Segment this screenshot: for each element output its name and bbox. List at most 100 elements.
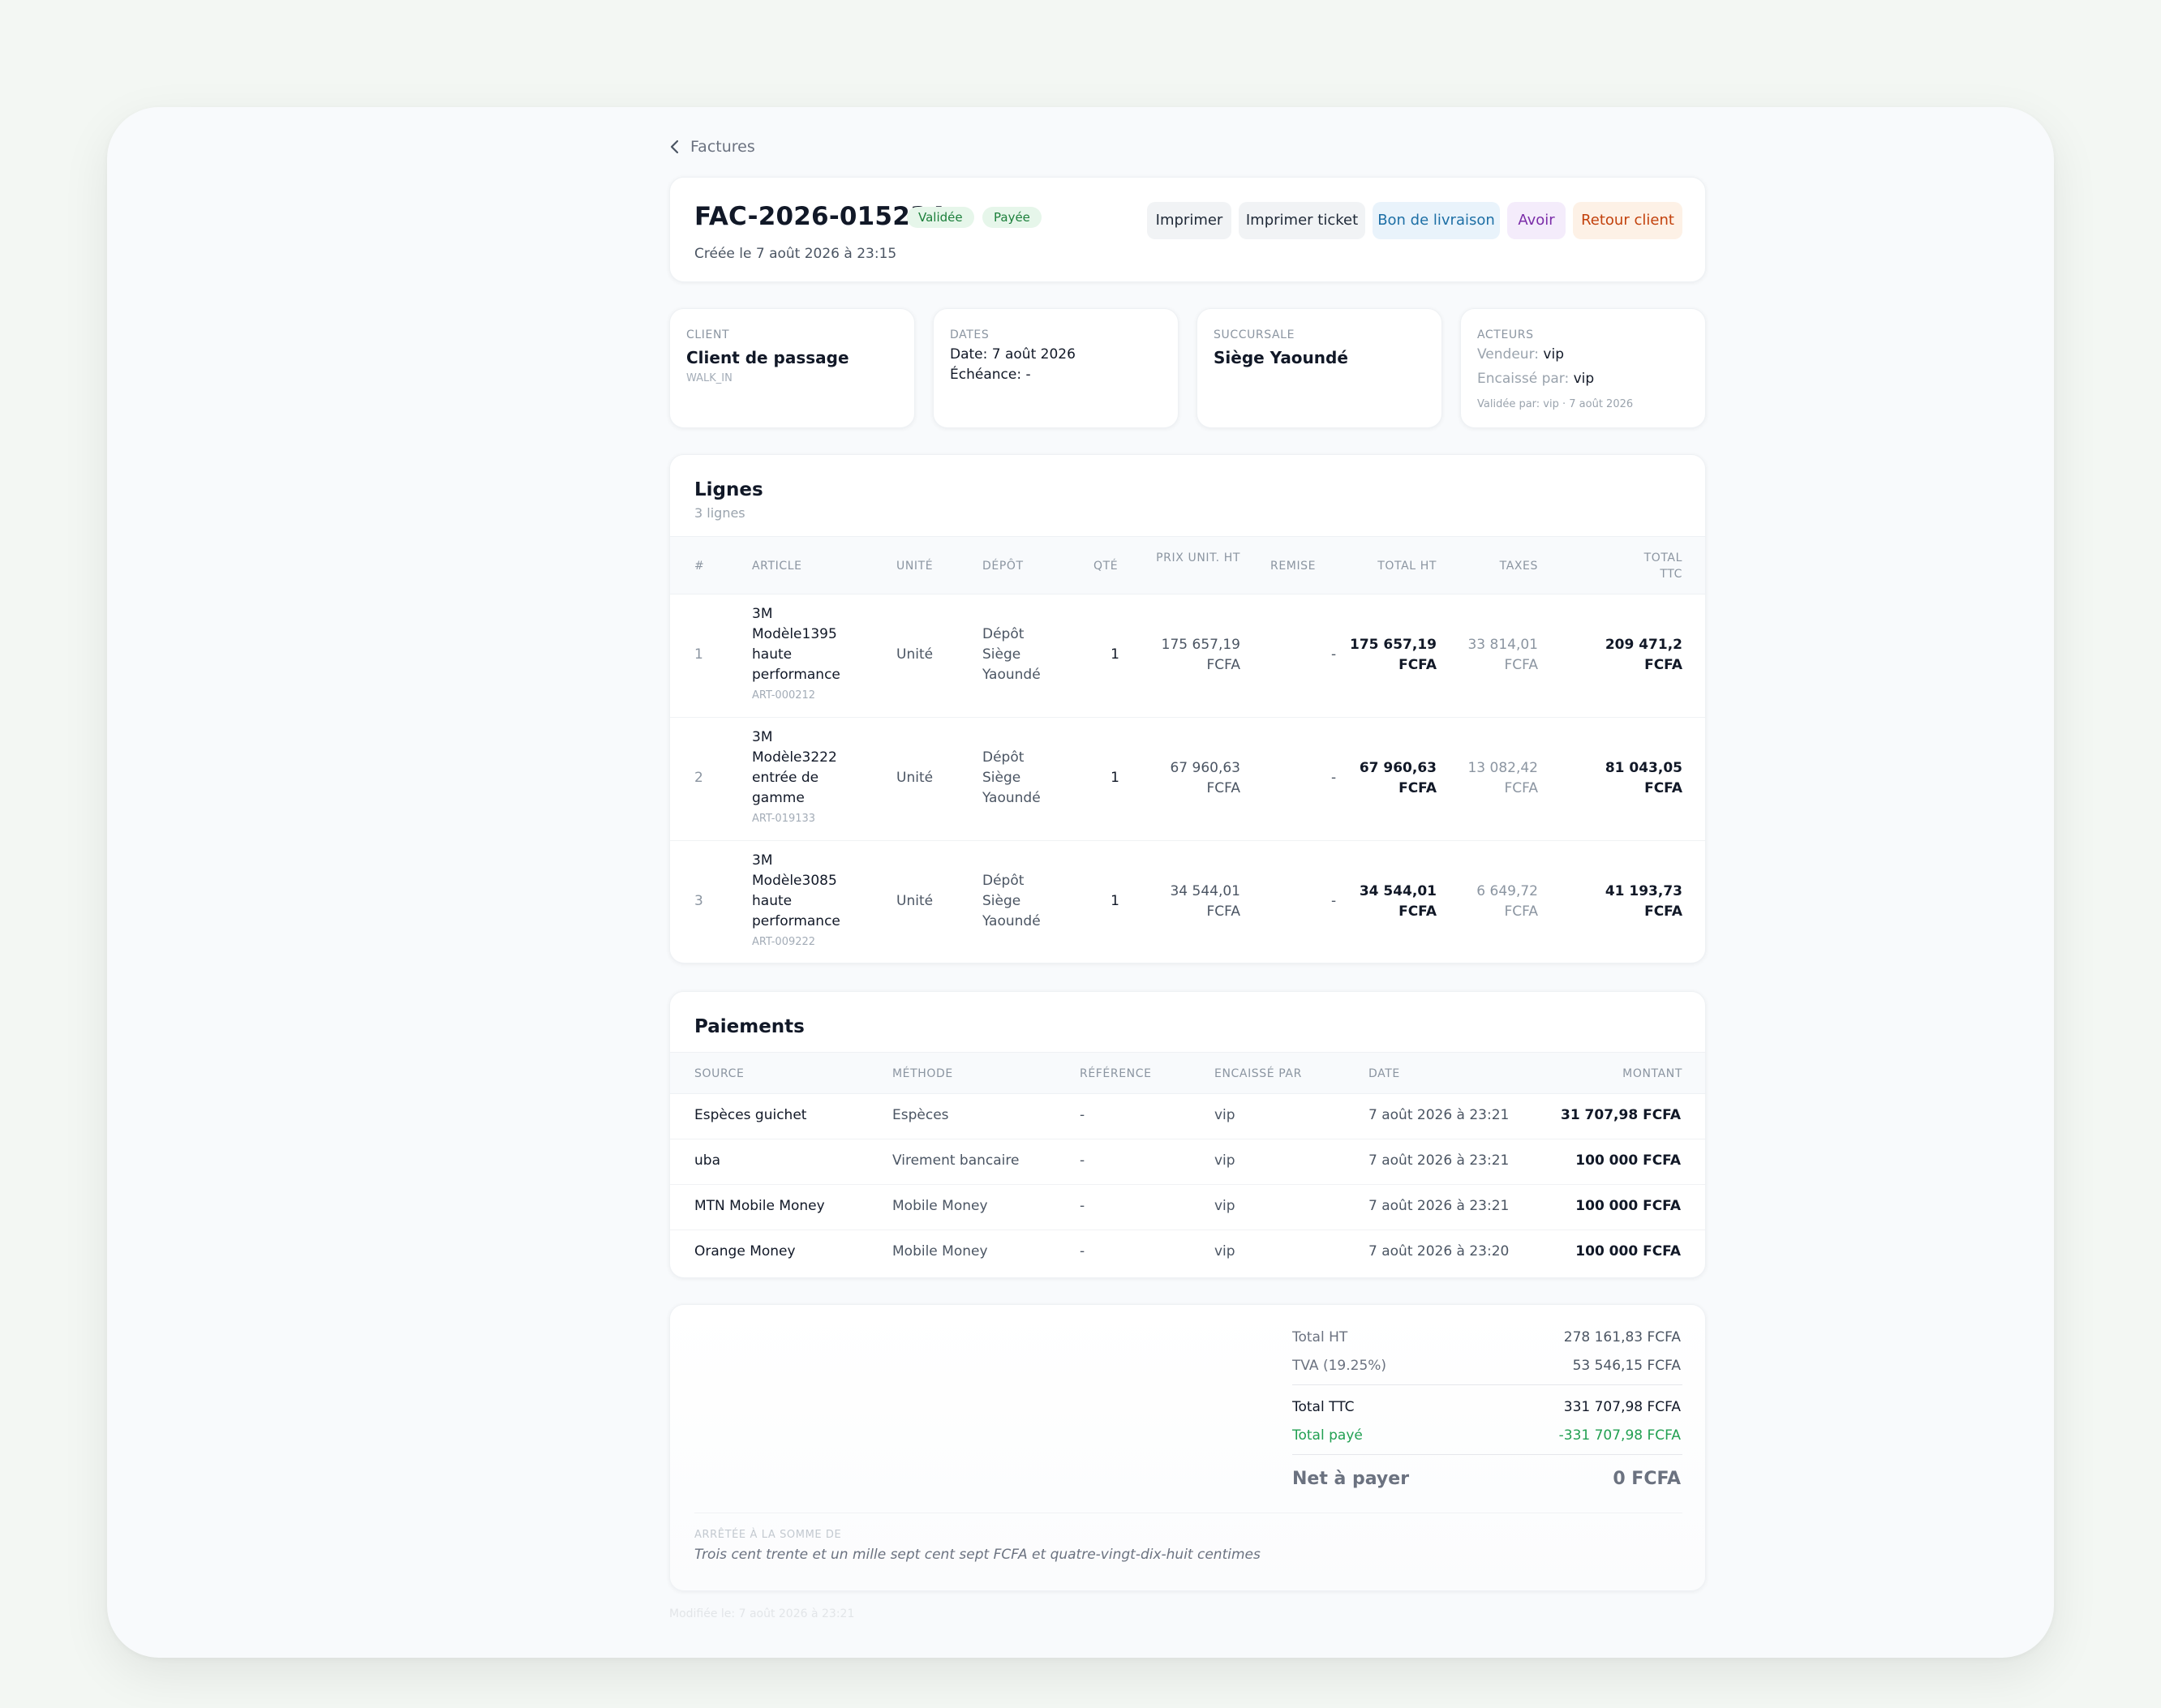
delivery-note-button[interactable]: Bon de livraison bbox=[1373, 202, 1500, 239]
client-name[interactable]: Client de passage bbox=[686, 348, 849, 367]
row-article[interactable]: 3M Modèle1395 haute performance ART-0002… bbox=[752, 604, 849, 706]
payment-reference: - bbox=[1080, 1243, 1085, 1260]
row-unit: Unité bbox=[896, 646, 934, 663]
col-unit: UNITÉ bbox=[896, 560, 934, 573]
actors-card: ACTEURS Vendeur: vip Encaissé par: vip V… bbox=[1460, 308, 1706, 428]
validated-by: Validée par: vip · 7 août 2026 bbox=[1477, 398, 1634, 410]
payment-amount: 100 000 FCFA bbox=[1575, 1152, 1681, 1169]
created-date: Créée le 7 août 2026 à 23:15 bbox=[694, 246, 897, 262]
seller-name: vip bbox=[1543, 346, 1564, 363]
payment-source: Espèces guichet bbox=[694, 1107, 807, 1123]
row-total-ht: 67 960,63 FCFA bbox=[1359, 760, 1437, 796]
payments-table-header: SOURCE MÉTHODE RÉFÉRENCE ENCAISSÉ PAR DA… bbox=[670, 1052, 1705, 1094]
row-total-ttc: 41 193,73 FCFA bbox=[1605, 883, 1682, 920]
total-ttc-value: 331 707,98 FCFA bbox=[1563, 1399, 1681, 1415]
divider bbox=[1292, 1384, 1682, 1385]
app-window: Factures FAC-2026-015234 Validée Payée C… bbox=[107, 107, 2054, 1658]
row-article[interactable]: 3M Modèle3085 haute performance ART-0092… bbox=[752, 851, 849, 952]
payment-source: uba bbox=[694, 1152, 720, 1169]
credit-note-button[interactable]: Avoir bbox=[1507, 202, 1566, 239]
branch-name[interactable]: Siège Yaoundé bbox=[1214, 348, 1348, 367]
payment-method: Espèces bbox=[892, 1107, 949, 1123]
col-reference: RÉFÉRENCE bbox=[1080, 1067, 1152, 1080]
row-number: 3 bbox=[694, 893, 703, 909]
col-amount: MONTANT bbox=[1622, 1067, 1682, 1080]
payment-date: 7 août 2026 à 23:20 bbox=[1368, 1243, 1510, 1260]
article-sku: ART-000212 bbox=[752, 689, 816, 702]
row-qty: 1 bbox=[1111, 893, 1119, 909]
col-article: ARTICLE bbox=[752, 560, 802, 573]
status-badge-validated: Validée bbox=[907, 207, 974, 228]
modified-date: Modifiée le: 7 août 2026 à 23:21 bbox=[669, 1607, 855, 1620]
net-to-pay-label: Net à payer bbox=[1292, 1469, 1410, 1489]
total-paid-label: Total payé bbox=[1292, 1427, 1363, 1444]
payment-amount: 31 707,98 FCFA bbox=[1560, 1107, 1681, 1123]
payment-reference: - bbox=[1080, 1152, 1085, 1169]
back-link[interactable]: Factures bbox=[669, 138, 755, 156]
branch-card: SUCCURSALE Siège Yaoundé bbox=[1196, 308, 1442, 428]
payment-date: 7 août 2026 à 23:21 bbox=[1368, 1198, 1510, 1214]
payment-cashed-by: vip bbox=[1214, 1152, 1235, 1169]
row-unit: Unité bbox=[896, 893, 934, 909]
row-number: 2 bbox=[694, 770, 703, 786]
seller-line: Vendeur: vip bbox=[1477, 346, 1564, 363]
total-ttc-label: Total TTC bbox=[1292, 1399, 1355, 1415]
col-taxes: TAXES bbox=[1499, 560, 1538, 573]
payment-row[interactable]: Orange Money Mobile Money - vip 7 août 2… bbox=[670, 1230, 1705, 1276]
row-number: 1 bbox=[694, 646, 703, 663]
article-name[interactable]: 3M Modèle3222 entrée de gamme bbox=[752, 727, 849, 809]
payment-row[interactable]: MTN Mobile Money Mobile Money - vip 7 ao… bbox=[670, 1185, 1705, 1230]
row-total-ttc: 81 043,05 FCFA bbox=[1605, 760, 1682, 796]
row-total-ttc: 209 471,2 FCFA bbox=[1605, 637, 1682, 673]
amount-in-words-label: ARRÊTÉE À LA SOMME DE bbox=[694, 1529, 842, 1541]
table-row[interactable]: 1 3M Modèle1395 haute performance ART-00… bbox=[670, 594, 1705, 718]
row-qty: 1 bbox=[1111, 770, 1119, 786]
row-total-ht: 175 657,19 FCFA bbox=[1349, 637, 1437, 673]
lines-count: 3 lignes bbox=[694, 505, 745, 521]
payments-title: Paiements bbox=[694, 1016, 805, 1037]
total-paid-value: -331 707,98 FCFA bbox=[1558, 1427, 1681, 1444]
row-qty: 1 bbox=[1111, 646, 1119, 663]
row-taxes: 6 649,72 FCFA bbox=[1476, 883, 1538, 920]
row-depot: Dépôt Siège Yaoundé bbox=[982, 749, 1041, 806]
print-button[interactable]: Imprimer bbox=[1147, 202, 1231, 239]
print-ticket-button[interactable]: Imprimer ticket bbox=[1239, 202, 1365, 239]
payment-source: Orange Money bbox=[694, 1243, 796, 1260]
article-sku: ART-019133 bbox=[752, 813, 816, 825]
seller-label: Vendeur: bbox=[1477, 346, 1539, 363]
col-cashed-by: ENCAISSÉ PAR bbox=[1214, 1067, 1302, 1080]
lines-title: Lignes bbox=[694, 479, 763, 500]
col-discount: REMISE bbox=[1270, 560, 1317, 573]
totals-card: Total HT 278 161,83 FCFA TVA (19.25%) 53… bbox=[669, 1304, 1706, 1591]
row-depot: Dépôt Siège Yaoundé bbox=[982, 626, 1041, 683]
divider bbox=[1292, 1454, 1682, 1455]
amount-in-words: Trois cent trente et un mille sept cent … bbox=[694, 1547, 1261, 1563]
article-sku: ART-009222 bbox=[752, 936, 816, 948]
payment-cashed-by: vip bbox=[1214, 1107, 1235, 1123]
total-ht-value: 278 161,83 FCFA bbox=[1563, 1329, 1681, 1345]
payment-cashed-by: vip bbox=[1214, 1243, 1235, 1260]
table-row[interactable]: 3 3M Modèle3085 haute performance ART-00… bbox=[670, 841, 1705, 963]
payment-date: 7 août 2026 à 23:21 bbox=[1368, 1107, 1510, 1123]
payments-card: Paiements SOURCE MÉTHODE RÉFÉRENCE ENCAI… bbox=[669, 991, 1706, 1278]
invoice-date: Date: 7 août 2026 bbox=[950, 346, 1076, 363]
col-qty: QTÉ bbox=[1093, 560, 1119, 573]
row-unit: Unité bbox=[896, 770, 934, 786]
customer-return-button[interactable]: Retour client bbox=[1573, 202, 1682, 239]
payment-date: 7 août 2026 à 23:21 bbox=[1368, 1152, 1510, 1169]
row-unit-price: 34 544,01 FCFA bbox=[1170, 883, 1240, 920]
row-article[interactable]: 3M Modèle3222 entrée de gamme ART-019133 bbox=[752, 727, 849, 829]
net-to-pay-value: 0 FCFA bbox=[1613, 1469, 1681, 1489]
tva-label: TVA (19.25%) bbox=[1292, 1358, 1387, 1374]
dates-label: DATES bbox=[950, 328, 990, 341]
payment-row[interactable]: uba Virement bancaire - vip 7 août 2026 … bbox=[670, 1139, 1705, 1185]
back-link-label[interactable]: Factures bbox=[690, 138, 755, 156]
due-date: Échéance: - bbox=[950, 367, 1031, 383]
payment-row[interactable]: Espèces guichet Espèces - vip 7 août 202… bbox=[670, 1094, 1705, 1139]
article-name[interactable]: 3M Modèle3085 haute performance bbox=[752, 851, 849, 932]
article-name[interactable]: 3M Modèle1395 haute performance bbox=[752, 604, 849, 685]
status-badge-paid: Payée bbox=[982, 207, 1042, 228]
table-row[interactable]: 2 3M Modèle3222 entrée de gamme ART-0191… bbox=[670, 718, 1705, 841]
lines-table-header: # ARTICLE UNITÉ DÉPÔT QTÉ PRIX UNIT. HT … bbox=[670, 536, 1705, 594]
payment-method: Virement bancaire bbox=[892, 1152, 1020, 1169]
